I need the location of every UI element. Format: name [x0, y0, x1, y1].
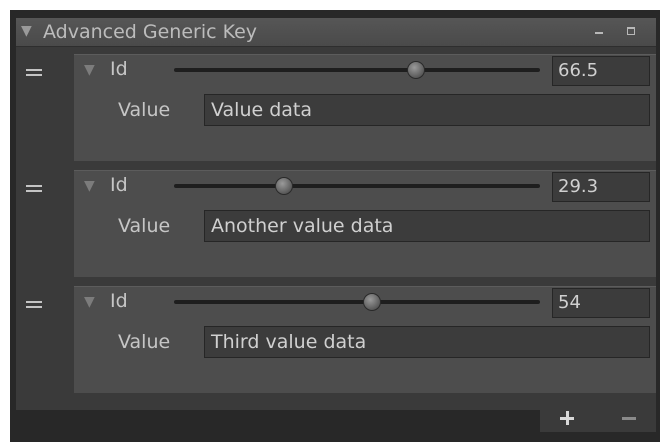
- list-item: ▼ Id 29.3 Value Another value data: [16, 170, 656, 282]
- drag-handle-icon[interactable]: [26, 68, 42, 78]
- id-label: Id: [110, 174, 128, 196]
- drag-handle-icon[interactable]: [26, 300, 42, 310]
- foldout-triangle-icon[interactable]: ▼: [84, 178, 95, 194]
- value-text-field[interactable]: Value data: [204, 94, 650, 126]
- minus-icon[interactable]: [622, 417, 636, 420]
- value-text-field[interactable]: Another value data: [204, 210, 650, 242]
- maximize-icon[interactable]: [626, 26, 636, 36]
- value-label: Value: [118, 331, 171, 353]
- id-label: Id: [110, 290, 128, 312]
- id-number-field[interactable]: 54: [552, 288, 650, 318]
- list-footer: [540, 400, 656, 432]
- panel-title: Advanced Generic Key: [43, 21, 258, 43]
- value-label: Value: [118, 99, 171, 121]
- list-item: ▼ Id 54 Value Third value data: [16, 286, 656, 398]
- drag-handle-icon[interactable]: [26, 184, 42, 194]
- id-slider[interactable]: [174, 61, 540, 79]
- collapse-triangle-icon[interactable]: ▼: [21, 24, 32, 38]
- foldout-triangle-icon[interactable]: ▼: [84, 294, 95, 310]
- entry-card: ▼ Id 66.5 Value Value data: [74, 54, 656, 161]
- panel-header[interactable]: ▼ Advanced Generic Key: [16, 18, 656, 47]
- id-label: Id: [110, 58, 128, 80]
- id-number-field[interactable]: 29.3: [552, 172, 650, 202]
- advanced-generic-key-panel: ▼ Advanced Generic Key ▼ Id 66.5 Value V…: [16, 18, 656, 410]
- list-item: ▼ Id 66.5 Value Value data: [16, 54, 656, 166]
- entry-card: ▼ Id 29.3 Value Another value data: [74, 170, 656, 277]
- entry-card: ▼ Id 54 Value Third value data: [74, 286, 656, 393]
- minimize-icon[interactable]: [594, 26, 604, 36]
- value-text-field[interactable]: Third value data: [204, 326, 650, 358]
- plus-icon[interactable]: [560, 411, 574, 425]
- id-slider[interactable]: [174, 293, 540, 311]
- foldout-triangle-icon[interactable]: ▼: [84, 62, 95, 78]
- slider-thumb[interactable]: [274, 177, 293, 195]
- value-label: Value: [118, 215, 171, 237]
- slider-thumb[interactable]: [406, 61, 425, 79]
- id-number-field[interactable]: 66.5: [552, 56, 650, 86]
- id-slider[interactable]: [174, 177, 540, 195]
- slider-thumb[interactable]: [362, 293, 381, 311]
